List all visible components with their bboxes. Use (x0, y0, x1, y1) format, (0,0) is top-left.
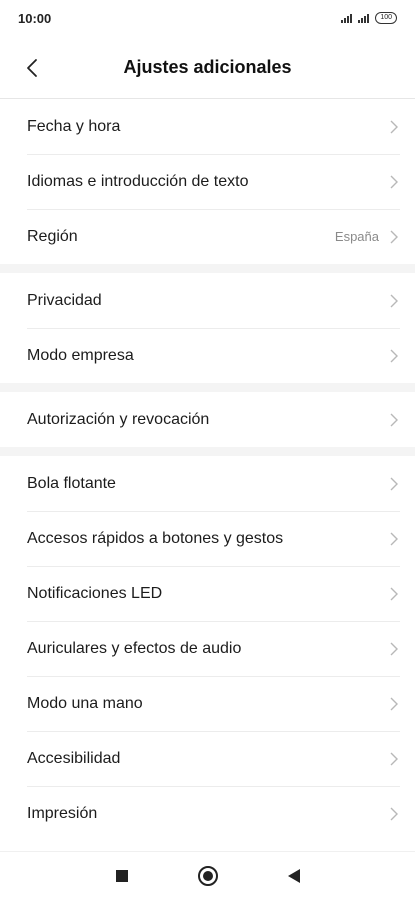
list-item-label: Impresión (27, 804, 98, 822)
list-item-notificaciones-led[interactable]: Notificaciones LED (0, 566, 415, 621)
list-item-label: Región (27, 227, 78, 245)
chevron-right-icon (390, 175, 398, 188)
chevron-right-icon (390, 532, 398, 545)
chevron-right-icon (390, 587, 398, 600)
status-bar: 10:00 100 (0, 0, 415, 36)
list-item-accesos-rapidos[interactable]: Accesos rápidos a botones y gestos (0, 511, 415, 566)
list-item-idiomas[interactable]: Idiomas e introducción de texto (0, 154, 415, 209)
back-button[interactable] (18, 54, 46, 82)
chevron-right-icon (390, 349, 398, 362)
recents-square-icon[interactable] (115, 870, 128, 882)
status-time: 10:00 (18, 10, 52, 26)
list-item-label: Privacidad (27, 291, 102, 309)
list-item-label: Auriculares y efectos de audio (27, 639, 242, 657)
chevron-right-icon (390, 120, 398, 133)
list-item-label: Modo empresa (27, 346, 134, 364)
chevron-right-icon (390, 413, 398, 426)
list-item-label: Idiomas e introducción de texto (27, 172, 249, 190)
home-circle-icon[interactable] (197, 866, 218, 886)
list-item-impresion[interactable]: Impresión (0, 786, 415, 841)
list-item-accesibilidad[interactable]: Accesibilidad (0, 731, 415, 786)
chevron-right-icon (390, 697, 398, 710)
list-item-fecha-y-hora[interactable]: Fecha y hora (0, 99, 415, 154)
back-triangle-icon[interactable] (287, 869, 300, 883)
list-item-label: Bola flotante (27, 474, 116, 492)
battery-icon: 100 (375, 12, 397, 24)
list-item-region[interactable]: Región España (0, 209, 415, 264)
list-item-privacidad[interactable]: Privacidad (0, 273, 415, 328)
section-divider (0, 383, 415, 392)
settings-section: Privacidad Modo empresa (0, 273, 415, 383)
chevron-right-icon (390, 642, 398, 655)
list-item-label: Notificaciones LED (27, 584, 163, 602)
status-icons: 100 (341, 12, 397, 24)
section-divider (0, 264, 415, 273)
list-item-label: Modo una mano (27, 694, 143, 712)
settings-section: Autorización y revocación (0, 392, 415, 447)
list-item-modo-una-mano[interactable]: Modo una mano (0, 676, 415, 731)
list-item-label: Autorización y revocación (27, 410, 210, 428)
settings-section: Bola flotante Accesos rápidos a botones … (0, 456, 415, 841)
settings-section: Fecha y hora Idiomas e introducción de t… (0, 99, 415, 264)
section-divider (0, 447, 415, 456)
list-item-modo-empresa[interactable]: Modo empresa (0, 328, 415, 383)
page-title: Ajustes adicionales (123, 56, 292, 77)
list-item-autorizacion[interactable]: Autorización y revocación (0, 392, 415, 447)
list-item-bola-flotante[interactable]: Bola flotante (0, 456, 415, 511)
list-item-label: Accesibilidad (27, 749, 121, 767)
navigation-bar (0, 851, 415, 900)
signal-icon (341, 13, 353, 23)
list-item-auriculares[interactable]: Auriculares y efectos de audio (0, 621, 415, 676)
chevron-right-icon (390, 230, 398, 243)
back-arrow-icon (27, 59, 37, 77)
signal-icon (358, 13, 370, 23)
region-value: España (334, 229, 379, 244)
chevron-right-icon (390, 752, 398, 765)
list-item-label: Fecha y hora (27, 117, 121, 135)
chevron-right-icon (390, 294, 398, 307)
chevron-right-icon (390, 477, 398, 490)
header: Ajustes adicionales (0, 36, 415, 98)
list-item-label: Accesos rápidos a botones y gestos (27, 529, 284, 547)
chevron-right-icon (390, 807, 398, 820)
